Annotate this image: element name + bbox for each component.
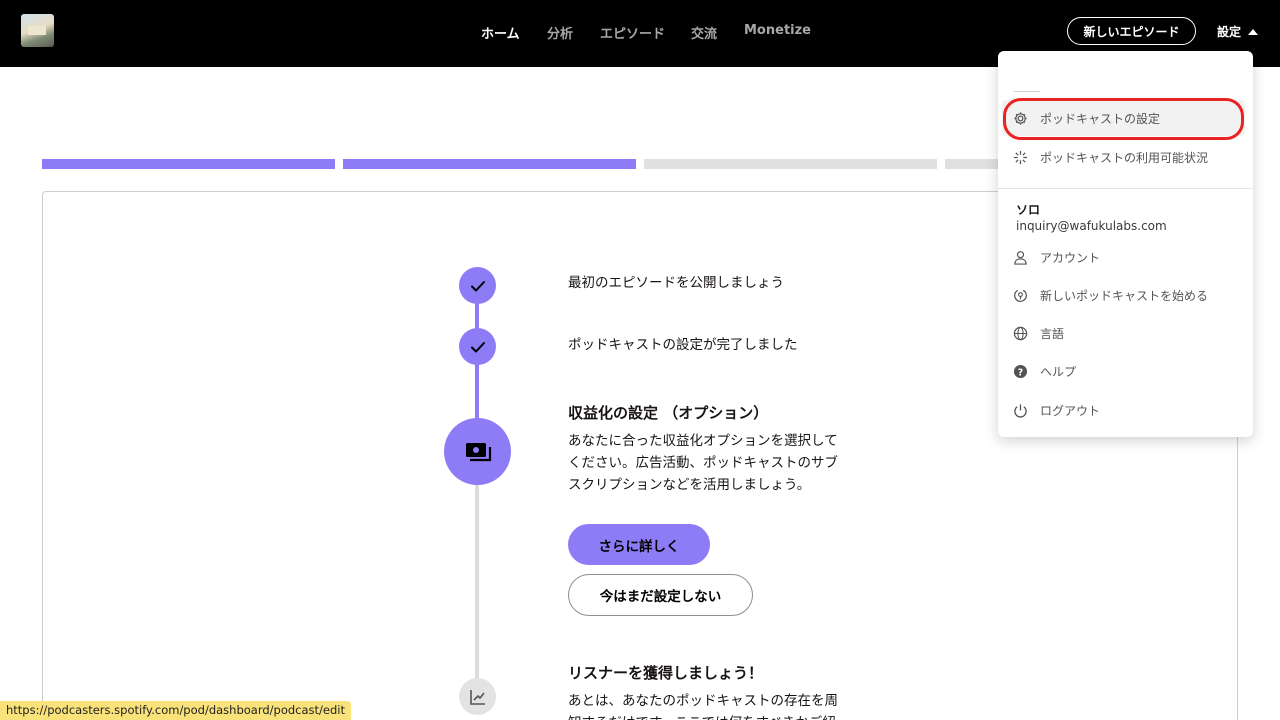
browser-status-url: https://podcasters.spotify.com/pod/dashb…	[0, 701, 351, 720]
step-4-description: あとは、あなたのポッドキャストの存在を周知するだけです。ここでは何をすべきかご紹…	[568, 693, 838, 720]
menu-item-label: 新しいポッドキャストを始める	[1040, 288, 1209, 303]
account-email: inquiry@wafukulabs.com	[1016, 219, 1167, 233]
skip-monetize-button[interactable]: 今はまだ設定しない	[568, 574, 753, 616]
menu-item-logout[interactable]: ログアウト	[1002, 392, 1245, 428]
new-episode-button[interactable]: 新しいエピソード	[1067, 17, 1196, 45]
menu-item-label: ログアウト	[1040, 403, 1101, 418]
nav-episodes[interactable]: エピソード	[600, 23, 665, 42]
account-name: ソロ	[1016, 203, 1041, 217]
progress-segment-2	[343, 159, 636, 169]
annotation-highlight-ring	[1003, 98, 1244, 140]
user-icon	[1012, 249, 1028, 265]
svg-text:?: ?	[1017, 367, 1022, 378]
menu-item-language[interactable]: 言語	[1002, 315, 1245, 351]
help-icon: ?	[1012, 363, 1028, 379]
nav-home[interactable]: ホーム	[481, 23, 520, 42]
step-1-text: 最初のエピソードを公開しましょう	[568, 275, 784, 291]
menu-item-label: ヘルプ	[1040, 364, 1077, 379]
growth-chart-icon	[459, 678, 496, 715]
menu-item-account[interactable]: アカウント	[1002, 239, 1245, 275]
nav-engagement[interactable]: 交流	[691, 23, 717, 42]
step-3-title: 収益化の設定 （オプション）	[568, 404, 769, 422]
progress-segment-1	[42, 159, 335, 169]
dropdown-divider	[998, 188, 1253, 189]
settings-label: 設定	[1217, 25, 1242, 39]
learn-more-button[interactable]: さらに詳しく	[568, 524, 710, 565]
dropdown-separator-short	[1014, 91, 1040, 92]
timeline-line-todo	[475, 484, 479, 696]
menu-item-help[interactable]: ? ヘルプ	[1002, 353, 1245, 389]
menu-item-label: 言語	[1040, 326, 1065, 341]
menu-item-podcast-availability[interactable]: ポッドキャストの利用可能状況	[1002, 139, 1245, 175]
power-icon	[1012, 402, 1028, 418]
settings-menu-button[interactable]: 設定	[1217, 23, 1259, 40]
step-2-check-icon	[459, 328, 496, 365]
nav-monetize[interactable]: Monetize	[744, 23, 811, 38]
menu-item-new-podcast[interactable]: 新しいポッドキャストを始める	[1002, 277, 1245, 313]
step-2-text: ポッドキャストの設定が完了しました	[568, 337, 798, 353]
progress-segment-3	[644, 159, 937, 169]
nav-analytics[interactable]: 分析	[547, 23, 573, 42]
step-3-description: あなたに合った収益化オプションを選択してください。広告活動、ポッドキャストのサブ…	[568, 433, 838, 493]
menu-item-label: アカウント	[1040, 250, 1101, 265]
new-podcast-icon	[1012, 287, 1028, 303]
menu-item-label: ポッドキャストの利用可能状況	[1040, 150, 1209, 165]
globe-icon	[1012, 325, 1028, 341]
podcast-cover-thumbnail[interactable]	[21, 14, 54, 47]
step-1-check-icon	[459, 267, 496, 304]
monetize-money-icon	[444, 418, 511, 485]
caret-up-icon	[1248, 28, 1259, 35]
sparkle-icon	[1012, 149, 1028, 165]
step-4-title: リスナーを獲得しましょう！	[568, 664, 764, 682]
